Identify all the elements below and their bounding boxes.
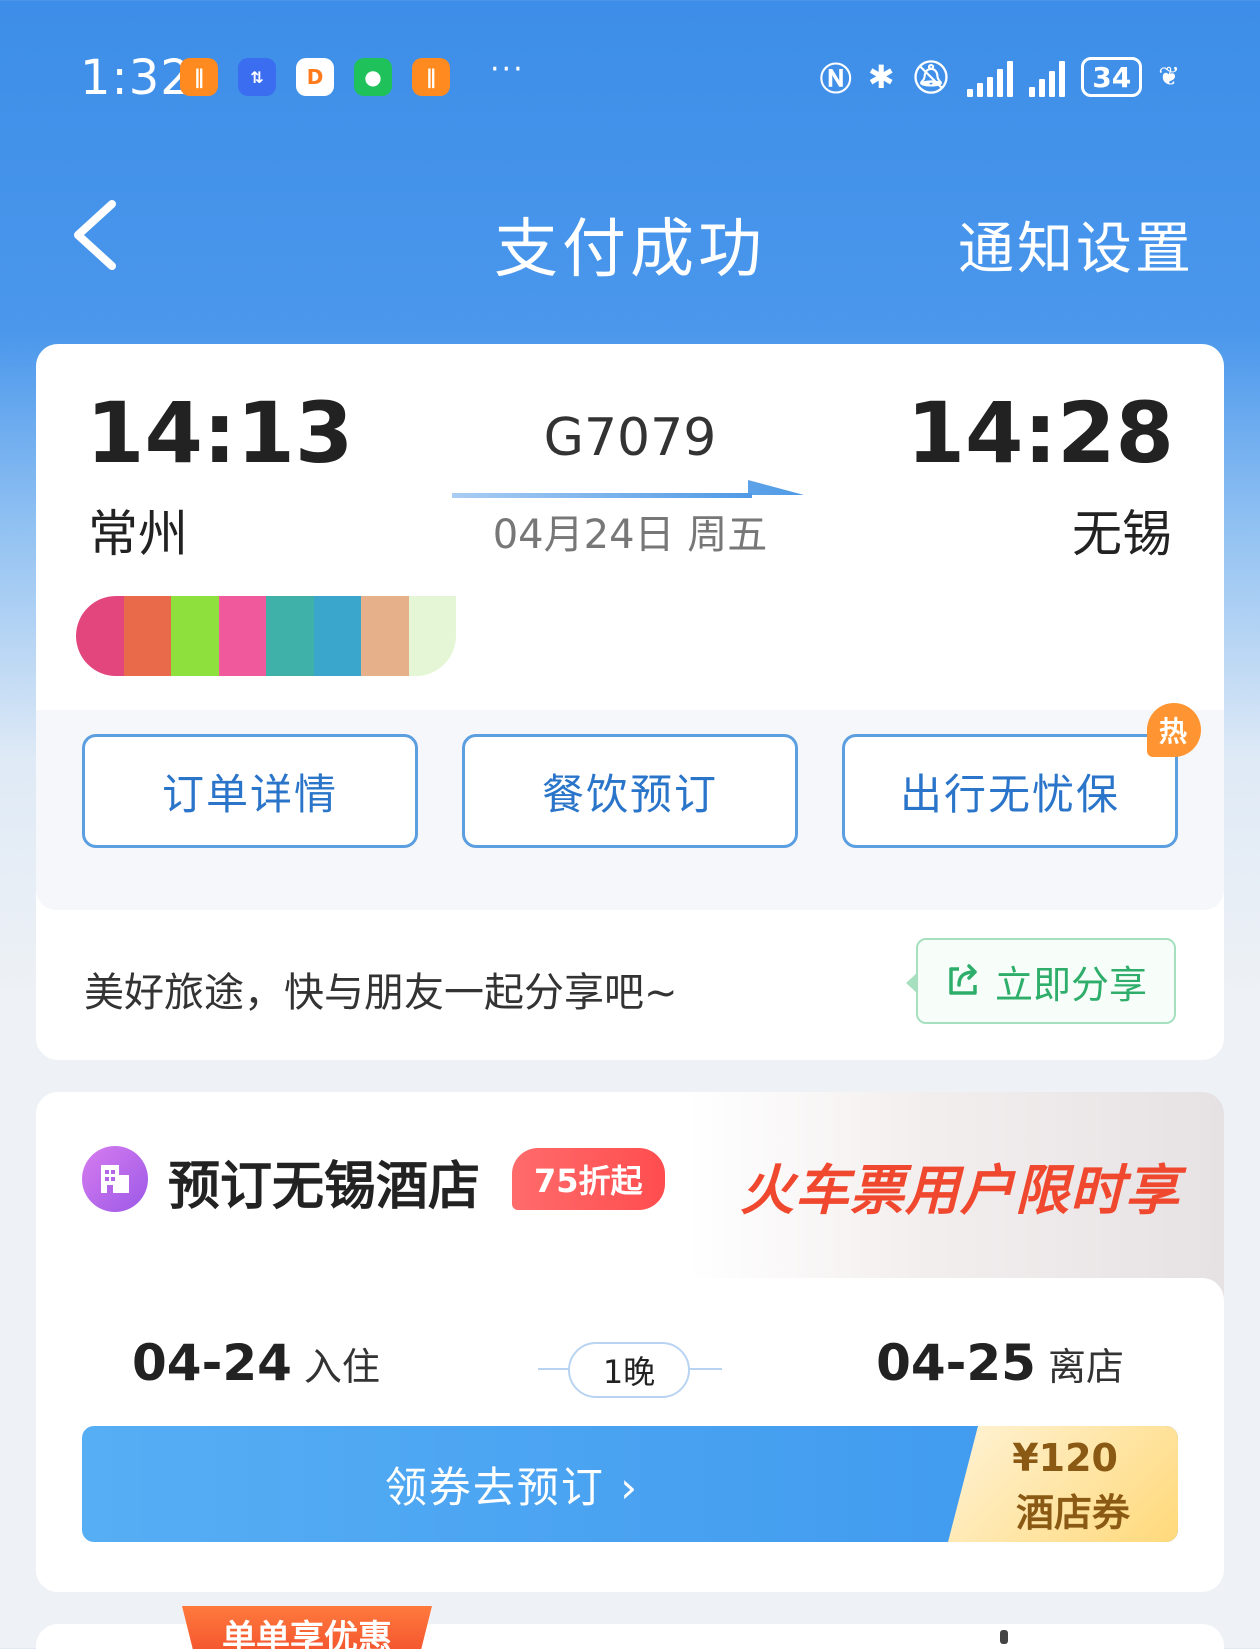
travel-insurance-button[interactable]: 出行无忧保 热 [842,703,1201,848]
arrival-city: 无锡 [1072,505,1172,563]
dining-booking-button[interactable]: 餐饮预订 [462,734,798,848]
action-buttons: 订单详情 餐饮预订 出行无忧保 热 [36,703,1224,910]
share-button-label: 立即分享 [994,962,1147,1007]
taobao-icon: ∥ [180,58,218,96]
share-icon [949,964,977,995]
taobao-icon: ∥ [412,58,450,96]
charging-leaf-icon: ❦ [1158,62,1180,92]
more-notifications-icon: ··· [490,52,525,87]
direction-arrow-icon [452,480,804,498]
signal-icon [1029,57,1066,97]
order-details-button[interactable]: 订单详情 [82,734,418,848]
hot-badge: 热 [1147,703,1201,757]
ticket-card: 14:13 常州 G7079 04月24日 周五 14:28 无锡 订单详情 餐… [36,344,1224,1060]
wechat-icon: ● [354,58,392,96]
checkin-date: 04-24 [132,1334,292,1392]
nfc-icon: Ⓝ [819,60,852,98]
nav-bar: 支付成功 通知设置 [0,180,1260,290]
promo-slogan: 火车票用户限时享 [740,1159,1180,1222]
share-button[interactable]: 立即分享 [906,938,1176,1024]
dining-booking-label: 餐饮预订 [541,769,718,819]
checkin-date-selector[interactable]: 04-24 入住 [132,1334,380,1392]
app-icon: ⇅ [238,58,276,96]
hotel-header: 预订无锡酒店 75折起 火车票用户限时享 [36,1092,1224,1282]
checkout-date: 04-25 [876,1334,1036,1392]
claim-coupon-label: 领券去预订 › [384,1463,640,1512]
status-indicators: Ⓝ ✱ 🔕︎ 34 ❦ [820,54,1180,100]
order-details-label: 订单详情 [161,769,338,819]
travel-date: 04月24日 周五 [492,512,768,558]
checkout-label: 离店 [1047,1345,1124,1389]
hotel-coupon: ¥120 酒店券 [948,1426,1178,1542]
claim-coupon-button[interactable]: 领券去预订 › ¥120 酒店券 [82,1426,1178,1542]
battery-icon: 34 [1081,57,1143,97]
bluetooth-icon: ✱ [867,58,895,96]
share-prompt: 美好旅途，快与朋友一起分享吧~ [84,970,678,1016]
redacted-passenger-info [76,596,456,676]
travel-insurance-label: 出行无忧保 [899,769,1120,819]
didi-icon: D [296,58,334,96]
status-time: 1:32 [80,50,192,106]
coupon-amount: ¥120 [1012,1436,1118,1480]
signal-icon [967,57,1014,97]
notification-settings-button[interactable]: 通知设置 [958,204,1194,285]
hotel-card[interactable]: 预订无锡酒店 75折起 火车票用户限时享 04-24 入住 1晚 04-25 离… [36,1092,1224,1592]
mute-bell-icon: 🔕︎ [910,58,952,96]
hotel-booking-panel: 04-24 入住 1晚 04-25 离店 领券去预订 › ¥120 酒店券 [36,1278,1224,1592]
home-indicator [1000,1630,1008,1644]
trip-summary: 14:13 常州 G7079 04月24日 周五 14:28 无锡 [36,344,1224,710]
checkin-label: 入住 [303,1345,380,1389]
discount-badge: 75折起 [512,1148,665,1210]
nights-count: 1晚 [568,1342,690,1398]
arrival-time: 14:28 [906,384,1174,482]
share-row: 美好旅途，快与朋友一起分享吧~ 立即分享 [36,910,1224,1060]
status-bar: 1:32 ∥ ⇅ D ● ∥ ··· Ⓝ ✱ 🔕︎ 34 ❦ [0,0,1260,160]
checkout-date-selector[interactable]: 04-25 离店 [876,1334,1124,1392]
promo-ribbon: 单单享优惠 [182,1606,432,1649]
coupon-description: 酒店券 [1015,1491,1130,1535]
hotel-section-title: 预订无锡酒店 [168,1157,481,1217]
hotel-building-icon [82,1146,148,1212]
